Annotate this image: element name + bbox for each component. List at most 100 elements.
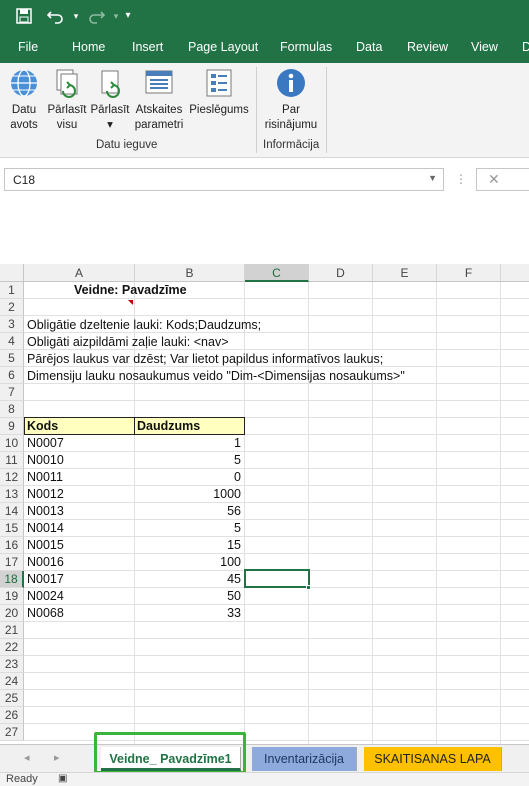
data-source-label-2: avots	[10, 119, 38, 131]
cell-daudzums[interactable]: 15	[134, 537, 244, 554]
refresh-button[interactable]: Pārlasīt ▾	[88, 67, 132, 133]
sheet-tab-inventarizacija[interactable]: Inventarizācija	[252, 747, 357, 771]
sheet-title[interactable]: Veidne: Pavadzīme	[74, 282, 187, 299]
note-line-4[interactable]: Dimensiju lauku nosaukumus veido "Dim-<D…	[27, 368, 405, 385]
row-header[interactable]: 10	[0, 435, 24, 452]
row-header[interactable]: 9	[0, 418, 24, 435]
row-header[interactable]: 26	[0, 707, 24, 724]
prev-sheet-icon[interactable]: ◂	[24, 751, 30, 764]
row-header[interactable]: 8	[0, 401, 24, 418]
cell-kods[interactable]: N0011	[27, 469, 63, 486]
row-header[interactable]: 3	[0, 316, 24, 333]
refresh-icon	[94, 67, 126, 99]
row-header[interactable]: 4	[0, 333, 24, 350]
row-header[interactable]: 14	[0, 503, 24, 520]
row-header[interactable]: 15	[0, 520, 24, 537]
header-daudzums[interactable]: Daudzums	[134, 417, 245, 435]
row-header[interactable]: 12	[0, 469, 24, 486]
cell-daudzums[interactable]: 56	[134, 503, 244, 520]
formula-bar-grip-icon[interactable]: ⋮	[455, 172, 467, 186]
cell-daudzums[interactable]: 45	[134, 571, 244, 588]
cell-kods[interactable]: N0015	[27, 537, 64, 554]
data-source-button[interactable]: Datu avots	[4, 67, 44, 133]
fill-handle[interactable]	[306, 585, 311, 590]
tab-file[interactable]: File	[18, 32, 38, 63]
cell-kods[interactable]: N0016	[27, 554, 64, 571]
about-button[interactable]: Par risinājumu	[260, 67, 322, 133]
row-header[interactable]: 17	[0, 554, 24, 571]
cancel-icon[interactable]: ✕	[488, 171, 500, 188]
note-line-3[interactable]: Pārējos laukus var dzēst; Var lietot pap…	[27, 351, 383, 368]
row-header[interactable]: 13	[0, 486, 24, 503]
row-header[interactable]: 22	[0, 639, 24, 656]
row-header[interactable]: 16	[0, 537, 24, 554]
cell-daudzums[interactable]: 33	[134, 605, 244, 622]
row-header[interactable]: 2	[0, 299, 24, 316]
chevron-down-icon[interactable]: ▼	[428, 173, 437, 183]
row-header[interactable]: 5	[0, 350, 24, 367]
note-line-1[interactable]: Obligātie dzeltenie lauki: Kods;Daudzums…	[27, 317, 261, 334]
next-sheet-icon[interactable]: ▸	[54, 751, 60, 764]
globe-data-icon	[8, 67, 40, 99]
row-header[interactable]: 25	[0, 690, 24, 707]
cell-kods[interactable]: N0024	[27, 588, 64, 605]
cell-kods[interactable]: N0010	[27, 452, 64, 469]
column-header-a[interactable]: A	[24, 264, 135, 282]
row-header[interactable]: 6	[0, 367, 24, 384]
cell-kods[interactable]: N0013	[27, 503, 64, 520]
row-header[interactable]: 21	[0, 622, 24, 639]
sheet-tab-skaitisanas[interactable]: SKAITISANAS LAPA	[364, 747, 502, 771]
worksheet-grid[interactable]: A B C D E F 1 2 3 4 5 6 7 8 9 10 11 12 13 14 15 16 17 18 1…	[0, 264, 529, 744]
macro-record-icon[interactable]: ▣	[58, 773, 67, 784]
customize-icon[interactable]: ▾	[118, 6, 138, 26]
tab-insert[interactable]: Insert	[132, 32, 163, 63]
cell-kods[interactable]: N0017	[27, 571, 64, 588]
cell-daudzums[interactable]: 5	[134, 520, 244, 537]
tab-view[interactable]: View	[471, 32, 498, 63]
column-header-f[interactable]: F	[437, 264, 501, 282]
cell-daudzums[interactable]: 50	[134, 588, 244, 605]
undo-icon[interactable]	[46, 6, 66, 26]
cell-kods[interactable]: N0012	[27, 486, 64, 503]
active-cell[interactable]	[244, 569, 310, 588]
column-header-c[interactable]: C	[245, 264, 309, 282]
tab-review[interactable]: Review	[407, 32, 448, 63]
comment-indicator-icon[interactable]	[128, 300, 133, 305]
row-header[interactable]: 18	[0, 571, 24, 588]
cell-kods[interactable]: N0007	[27, 435, 64, 452]
cell-kods[interactable]: N0068	[27, 605, 64, 622]
cell-daudzums[interactable]: 100	[134, 554, 244, 571]
cell-daudzums[interactable]: 0	[134, 469, 244, 486]
undo-dropdown-icon[interactable]: ▾	[66, 6, 86, 26]
cell-daudzums[interactable]: 1000	[134, 486, 244, 503]
row-header[interactable]: 20	[0, 605, 24, 622]
tab-data[interactable]: Data	[356, 32, 382, 63]
cell-kods[interactable]: N0014	[27, 520, 64, 537]
name-box[interactable]: C18 ▼	[4, 168, 444, 191]
column-header-e[interactable]: E	[373, 264, 437, 282]
tab-overflow[interactable]: D	[522, 32, 529, 63]
tab-home[interactable]: Home	[72, 32, 105, 63]
row-header[interactable]: 27	[0, 724, 24, 741]
redo-icon[interactable]	[86, 6, 106, 26]
cell-daudzums[interactable]: 5	[134, 452, 244, 469]
header-kods[interactable]: Kods	[24, 417, 135, 435]
row-header[interactable]: 19	[0, 588, 24, 605]
select-all-corner[interactable]	[0, 264, 24, 282]
column-header-b[interactable]: B	[135, 264, 245, 282]
column-header-g[interactable]	[501, 264, 529, 282]
tab-formulas[interactable]: Formulas	[280, 32, 332, 63]
note-line-2[interactable]: Obligāti aizpildāmi zaļie lauki: <nav>	[27, 334, 229, 351]
connection-button[interactable]: Pieslēgums	[187, 67, 251, 118]
refresh-all-button[interactable]: Pārlasīt visu	[45, 67, 89, 133]
report-params-button[interactable]: Atskaites parametri	[133, 67, 185, 133]
row-header[interactable]: 24	[0, 673, 24, 690]
cell-daudzums[interactable]: 1	[134, 435, 244, 452]
tab-page-layout[interactable]: Page Layout	[188, 32, 258, 63]
row-header[interactable]: 11	[0, 452, 24, 469]
row-header[interactable]: 1	[0, 282, 24, 299]
row-header[interactable]: 7	[0, 384, 24, 401]
column-header-d[interactable]: D	[309, 264, 373, 282]
row-header[interactable]: 23	[0, 656, 24, 673]
save-icon[interactable]	[14, 6, 34, 26]
